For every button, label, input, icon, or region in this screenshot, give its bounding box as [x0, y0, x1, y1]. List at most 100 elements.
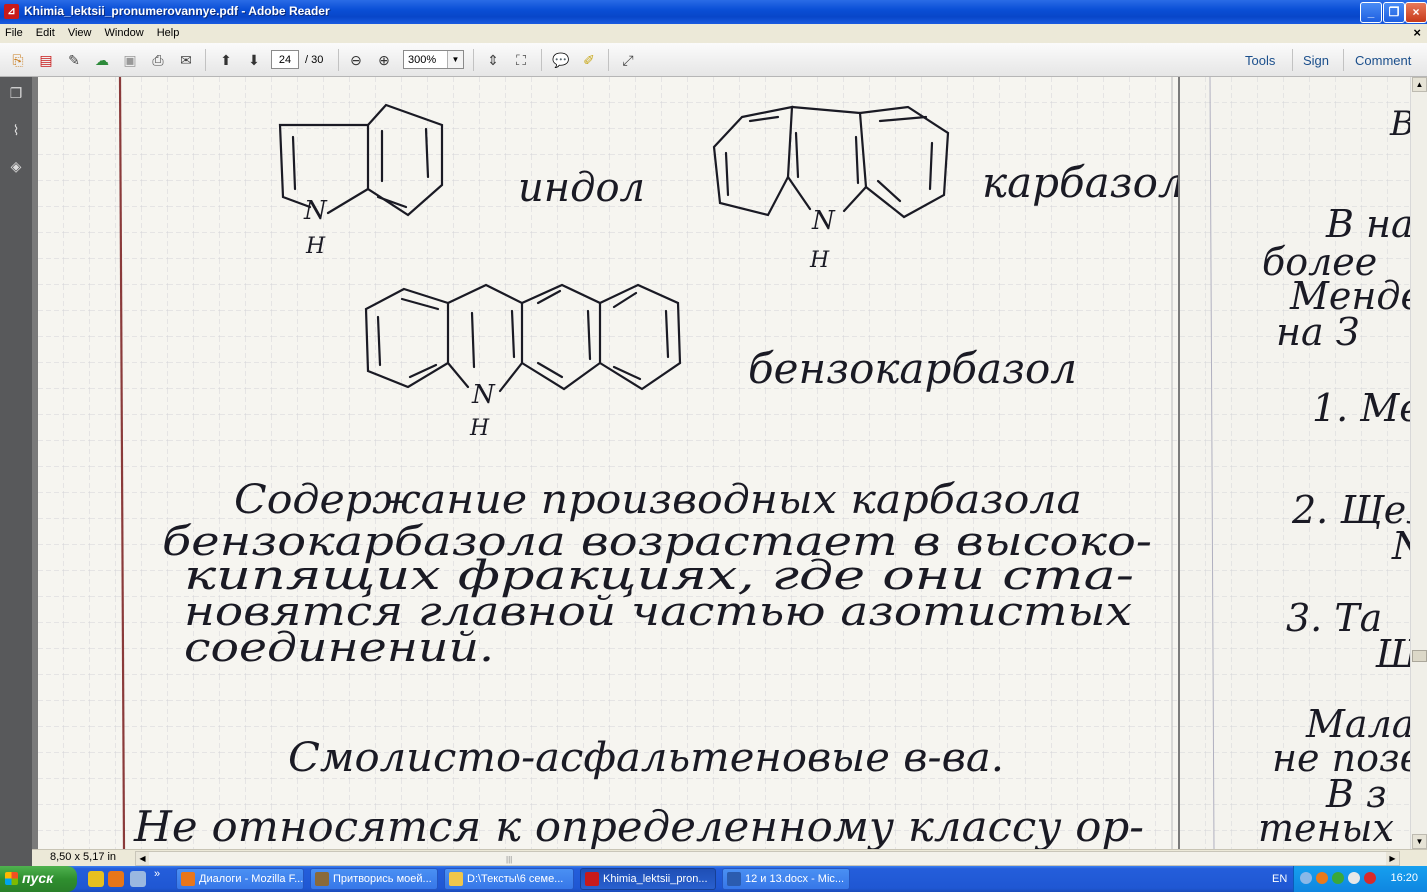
- menu-view[interactable]: View: [63, 25, 97, 41]
- adobe-reader-icon: ⊿: [4, 4, 19, 19]
- start-button[interactable]: пуск: [0, 866, 77, 892]
- svg-text:Ш,: Ш,: [1375, 632, 1410, 676]
- edit-document-icon[interactable]: ✎: [64, 50, 84, 70]
- benzokarbazol-h-label: H: [469, 416, 490, 441]
- task-video[interactable]: Притворись моей...: [310, 868, 438, 890]
- network-icon[interactable]: [1300, 872, 1312, 884]
- document-view[interactable]: N H индол N H карбазол N H бензокарбазол…: [32, 77, 1410, 849]
- close-button[interactable]: ×: [1405, 2, 1427, 23]
- flag-icon[interactable]: [1364, 872, 1376, 884]
- attachments-icon[interactable]: ⌇: [7, 121, 25, 139]
- minimize-button[interactable]: _: [1360, 2, 1382, 23]
- zoom-select[interactable]: 300% ▼: [403, 50, 464, 69]
- task-folder[interactable]: D:\Тексты\6 семе...: [444, 868, 574, 890]
- task-word[interactable]: 12 и 13.docx - Mic...: [722, 868, 850, 890]
- close-document-icon[interactable]: ×: [1413, 25, 1421, 40]
- menu-window[interactable]: Window: [100, 25, 149, 41]
- handwritten-page-scan-next: В на В на более Менде на З 1. Ме 2. Щел …: [1180, 77, 1410, 849]
- page-number-input[interactable]: 24: [271, 50, 299, 69]
- menu-file[interactable]: File: [0, 25, 28, 41]
- adobe-reader-icon: [585, 872, 599, 886]
- benzokarbazol-label: бензокарбазол: [748, 344, 1077, 393]
- paragraph-line-5: соединений.: [184, 625, 494, 671]
- handwritten-page-scan: N H индол N H карбазол N H бензокарбазол…: [38, 77, 1185, 849]
- zoom-in-icon[interactable]: ⊕: [374, 50, 394, 70]
- indol-n-label: N: [303, 196, 328, 226]
- taskbar: пуск » Диалоги - Mozilla F... Притворись…: [0, 866, 1427, 892]
- print-icon[interactable]: ⎙: [148, 50, 168, 70]
- navigation-panel: ❐ ⌇ ◈: [0, 77, 32, 866]
- menu-help[interactable]: Help: [152, 25, 185, 41]
- maximize-button[interactable]: ❐: [1383, 2, 1405, 23]
- quicklaunch-more-icon[interactable]: »: [154, 868, 160, 880]
- svg-text:N: N: [1391, 524, 1410, 568]
- benzokarbazol-n-label: N: [471, 380, 496, 410]
- system-tray: 16:20: [1293, 866, 1427, 892]
- fit-page-icon[interactable]: ⛶: [511, 50, 531, 70]
- toolbar: ⎘ ▤ ✎ ☁ ▣ ⎙ ✉ ⬆ ⬇ 24 / 30 ⊖ ⊕ 300% ▼ ⇕ ⛶…: [0, 43, 1427, 77]
- show-desktop-icon[interactable]: [130, 871, 146, 887]
- indol-h-label: H: [305, 234, 326, 259]
- page-total: / 30: [305, 54, 324, 66]
- karbazol-h-label: H: [809, 248, 830, 273]
- karbazol-n-label: N: [811, 206, 836, 236]
- karbazol-label: карбазол: [982, 158, 1178, 207]
- svg-text:на З: на З: [1276, 310, 1359, 354]
- menu-edit[interactable]: Edit: [31, 25, 60, 41]
- window-title: Khimia_lektsii_pronumerovannye.pdf - Ado…: [24, 4, 330, 18]
- expand-icon[interactable]: ⤢: [618, 50, 638, 70]
- scroll-down-icon[interactable]: ▼: [1412, 834, 1427, 849]
- layers-icon[interactable]: ◈: [7, 157, 25, 175]
- tab-sign[interactable]: Sign: [1303, 53, 1329, 68]
- film-icon: [315, 872, 329, 886]
- clock: 16:20: [1390, 872, 1418, 884]
- word-icon: [727, 872, 741, 886]
- highlight-icon[interactable]: ✐: [579, 50, 599, 70]
- folder-icon: [449, 872, 463, 886]
- scroll-right-icon[interactable]: ▶: [1386, 852, 1399, 865]
- firefox-icon[interactable]: [108, 871, 124, 887]
- tab-comment[interactable]: Comment: [1355, 53, 1411, 68]
- task-adobe-reader[interactable]: Khimia_lektsii_pron...: [580, 868, 716, 890]
- upload-icon[interactable]: ☁: [92, 50, 112, 70]
- svg-text:3. Та: 3. Та: [1286, 596, 1382, 640]
- chevron-down-icon[interactable]: ▼: [447, 51, 463, 68]
- menu-bar: File Edit View Window Help ×: [0, 24, 1427, 44]
- pdf-page-next: В на В на более Менде на З 1. Ме 2. Щел …: [1180, 77, 1410, 849]
- indol-label: индол: [518, 165, 645, 211]
- task-firefox[interactable]: Диалоги - Mozilla F...: [176, 868, 304, 890]
- save-icon[interactable]: ▣: [120, 50, 140, 70]
- next-page-icon[interactable]: ⬇: [244, 50, 264, 70]
- section-heading: Смолисто-асфальтеновые в-ва.: [288, 735, 1004, 781]
- scrolling-mode-icon[interactable]: ⇕: [483, 50, 503, 70]
- scroll-left-icon[interactable]: ◀: [136, 852, 149, 865]
- paragraph-last-line: Не относятся к определенному классу ор-: [133, 802, 1144, 849]
- volume-icon[interactable]: [1348, 872, 1360, 884]
- pdf-page: N H индол N H карбазол N H бензокарбазол…: [38, 77, 1185, 849]
- email-icon[interactable]: ✉: [176, 50, 196, 70]
- scroll-up-icon[interactable]: ▲: [1412, 77, 1427, 92]
- security-icon[interactable]: [1332, 872, 1344, 884]
- svg-text:В на: В на: [1389, 104, 1410, 144]
- scroll-grip-icon[interactable]: |||: [506, 855, 512, 864]
- svg-text:теных: теных: [1258, 806, 1394, 849]
- tab-tools[interactable]: Tools: [1245, 53, 1275, 68]
- zoom-value: 300%: [408, 54, 437, 66]
- comment-icon[interactable]: 💬: [551, 50, 571, 70]
- firefox-icon: [181, 872, 195, 886]
- page-size-readout: 8,50 x 5,17 in: [50, 851, 117, 863]
- status-bar: 8,50 x 5,17 in ◀ ||| ▶: [32, 849, 1427, 867]
- previous-page-icon[interactable]: ⬆: [216, 50, 236, 70]
- create-pdf-icon[interactable]: ⎘: [8, 50, 28, 70]
- page-thumbnails-icon[interactable]: ❐: [7, 84, 25, 102]
- combine-files-icon[interactable]: ▤: [36, 50, 56, 70]
- scroll-thumb[interactable]: [1412, 650, 1427, 662]
- app-tray-icon[interactable]: [1316, 872, 1328, 884]
- chrome-icon[interactable]: [88, 871, 104, 887]
- vertical-scrollbar[interactable]: ▲ ▼: [1410, 77, 1427, 849]
- language-indicator[interactable]: EN: [1272, 873, 1287, 885]
- zoom-out-icon[interactable]: ⊖: [346, 50, 366, 70]
- horizontal-scrollbar[interactable]: ◀ ||| ▶: [135, 851, 1400, 866]
- paragraph-line-1: Содержание производных карбазола: [234, 477, 1082, 523]
- title-bar: ⊿ Khimia_lektsii_pronumerovannye.pdf - A…: [0, 0, 1427, 24]
